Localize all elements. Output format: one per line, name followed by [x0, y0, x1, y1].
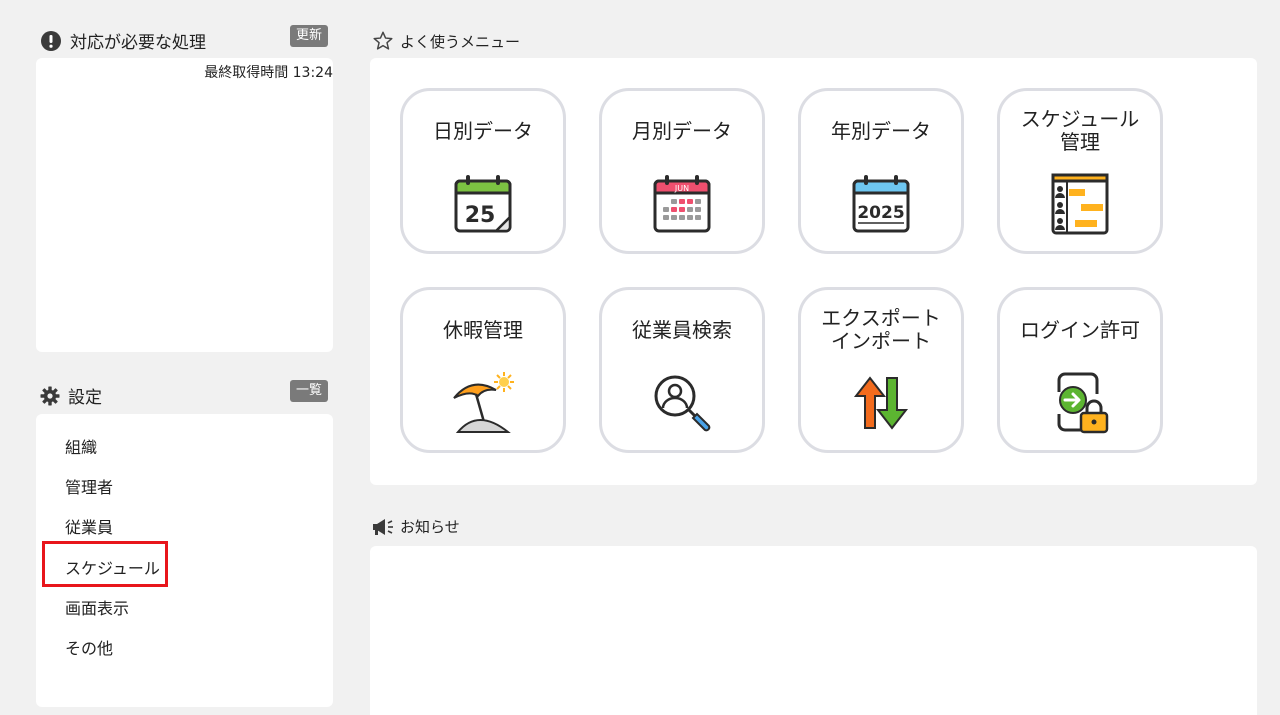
tile-label: 月別データ: [632, 118, 732, 143]
settings-item-admins[interactable]: 管理者: [65, 474, 113, 498]
favorites-title: よく使うメニュー: [400, 32, 521, 51]
settings-item-display[interactable]: 画面表示: [65, 595, 129, 619]
settings-list-button[interactable]: 一覧: [290, 380, 329, 402]
calendar-day-icon: 25: [454, 175, 512, 233]
calendar-year-icon: 2025: [852, 175, 910, 233]
exclamation-circle-icon: [40, 30, 62, 52]
news-header: お知らせ: [372, 516, 460, 537]
tile-monthly-data[interactable]: 月別データ JUN: [599, 88, 765, 254]
beach-umbrella-icon: [453, 372, 514, 433]
schedule-chart-icon: [1051, 173, 1109, 235]
tile-label: 日別データ: [433, 118, 533, 143]
up-down-arrows-icon: [853, 376, 909, 430]
last-fetched-time: 最終取得時間 13:24: [204, 65, 333, 81]
calendar-month-icon: JUN: [653, 175, 711, 233]
tasks-panel: 最終取得時間 13:24: [36, 58, 333, 352]
tile-label: 休暇管理: [443, 317, 523, 342]
gear-icon: [40, 386, 60, 406]
tile-daily-data[interactable]: 日別データ 25: [400, 88, 566, 254]
tile-leave-management[interactable]: 休暇管理: [400, 287, 566, 453]
tile-label: 年別データ: [831, 118, 931, 143]
tile-label: ログイン許可: [1020, 317, 1140, 342]
star-icon: [372, 30, 394, 52]
refresh-button[interactable]: 更新: [290, 25, 329, 47]
tile-export-import[interactable]: エクスポート インポート: [798, 287, 964, 453]
news-panel: [370, 546, 1257, 715]
settings-header: 設定: [40, 383, 102, 408]
svg-text:JUN: JUN: [674, 184, 689, 193]
svg-text:25: 25: [465, 203, 496, 228]
settings-item-employees[interactable]: 従業員: [65, 514, 113, 538]
login-lock-icon: [1057, 372, 1109, 434]
settings-item-organization[interactable]: 組織: [65, 434, 97, 458]
svg-text:2025: 2025: [857, 203, 904, 223]
news-title: お知らせ: [400, 518, 460, 536]
tile-label: スケジュール 管理: [1020, 107, 1140, 154]
tile-label: エクスポート インポート: [821, 306, 941, 353]
settings-title: 設定: [68, 388, 102, 408]
tasks-header: 対応が必要な処理: [40, 28, 206, 53]
tasks-title: 対応が必要な処理: [70, 33, 206, 53]
tile-schedule-management[interactable]: スケジュール 管理: [997, 88, 1163, 254]
tile-yearly-data[interactable]: 年別データ 2025: [798, 88, 964, 254]
favorites-panel: 日別データ 25 月別データ JUN 年別データ 2025 スケジュール 管理 …: [370, 58, 1257, 485]
highlight-annotation: [42, 541, 168, 587]
employee-search-icon: [654, 375, 711, 432]
tile-employee-search[interactable]: 従業員検索: [599, 287, 765, 453]
tile-label: 従業員検索: [632, 317, 732, 342]
tile-login-permission[interactable]: ログイン許可: [997, 287, 1163, 453]
favorites-header: よく使うメニュー: [372, 30, 520, 52]
settings-item-other[interactable]: その他: [65, 635, 113, 659]
megaphone-icon: [372, 518, 394, 536]
